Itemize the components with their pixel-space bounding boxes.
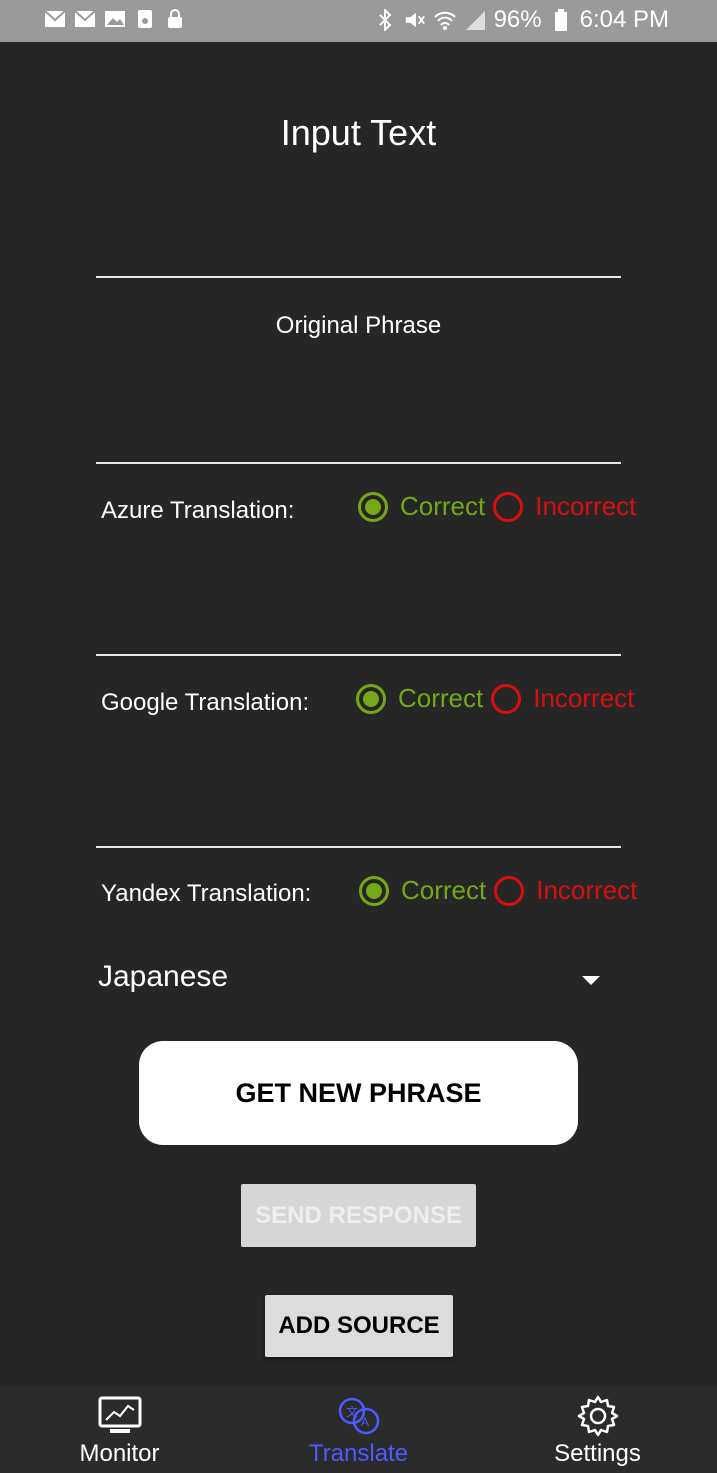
radio-unselected-icon	[494, 875, 525, 906]
mail-icon	[74, 8, 96, 30]
mail-icon	[44, 8, 66, 30]
status-bar: 96% 6:04 PM	[0, 0, 717, 42]
svg-text:文: 文	[346, 1404, 358, 1419]
battery-percent: 96%	[493, 6, 542, 33]
radio-selected-icon	[359, 875, 389, 906]
incorrect-label: Incorrect	[535, 491, 637, 521]
svg-text:A: A	[361, 1415, 369, 1429]
notification-icons	[44, 8, 186, 30]
azure-incorrect-radio[interactable]: Incorrect	[493, 491, 636, 522]
lock-icon	[164, 8, 186, 30]
original-phrase-field	[96, 462, 621, 464]
nav-settings[interactable]: Settings	[478, 1386, 717, 1473]
nav-translate[interactable]: 文A Translate	[239, 1386, 478, 1473]
send-response-button[interactable]: SEND RESPONSE	[241, 1184, 476, 1247]
correct-label: Correct	[398, 683, 484, 713]
correct-label: Correct	[401, 875, 487, 905]
yandex-correct-radio[interactable]: Correct	[359, 875, 486, 906]
bottom-navigation: Monitor 文A Translate Settings	[0, 1386, 717, 1473]
bluetooth-icon	[374, 9, 396, 31]
storage-icon	[134, 8, 156, 30]
add-source-button[interactable]: ADD SOURCE	[265, 1295, 453, 1357]
google-radio-group: Correct Incorrect	[356, 683, 642, 714]
radio-unselected-icon	[491, 683, 522, 714]
wifi-icon	[433, 9, 456, 31]
yandex-incorrect-radio[interactable]: Incorrect	[494, 875, 637, 906]
page-title: Input Text	[280, 112, 437, 153]
yandex-radio-group: Correct Incorrect	[359, 875, 645, 906]
monitor-icon	[98, 1394, 142, 1438]
azure-correct-radio[interactable]: Correct	[358, 491, 485, 522]
incorrect-label: Incorrect	[533, 683, 635, 713]
azure-translation-field	[96, 654, 621, 656]
google-translation-label: Google Translation:	[101, 689, 310, 716]
correct-label: Correct	[400, 491, 486, 521]
radio-unselected-icon	[493, 491, 524, 522]
google-incorrect-radio[interactable]: Incorrect	[491, 683, 634, 714]
battery-icon	[550, 9, 572, 31]
google-correct-radio[interactable]: Correct	[356, 683, 483, 714]
mute-icon	[404, 9, 426, 31]
gear-icon	[576, 1394, 620, 1438]
original-phrase-label: Original Phrase	[275, 312, 442, 339]
clock: 6:04 PM	[579, 6, 669, 33]
dropdown-arrow-icon	[582, 976, 600, 985]
radio-selected-icon	[358, 491, 388, 522]
nav-monitor-label: Monitor	[79, 1440, 160, 1467]
yandex-translation-label: Yandex Translation:	[101, 880, 312, 907]
nav-monitor[interactable]: Monitor	[0, 1386, 239, 1473]
language-value: Japanese	[98, 960, 229, 993]
language-dropdown[interactable]: Japanese	[98, 960, 608, 1004]
radio-selected-icon	[356, 683, 386, 714]
azure-translation-label: Azure Translation:	[101, 497, 295, 524]
image-icon	[104, 8, 126, 30]
incorrect-label: Incorrect	[536, 875, 638, 905]
signal-icon	[464, 9, 486, 31]
get-new-phrase-button[interactable]: GET NEW PHRASE	[139, 1041, 578, 1145]
system-status: 96% 6:04 PM	[374, 6, 669, 34]
translate-icon: 文A	[337, 1394, 381, 1438]
nav-settings-label: Settings	[554, 1440, 641, 1467]
google-translation-field	[96, 846, 621, 848]
input-text-field[interactable]	[96, 276, 621, 278]
nav-translate-label: Translate	[308, 1440, 409, 1467]
azure-radio-group: Correct Incorrect	[358, 491, 644, 522]
